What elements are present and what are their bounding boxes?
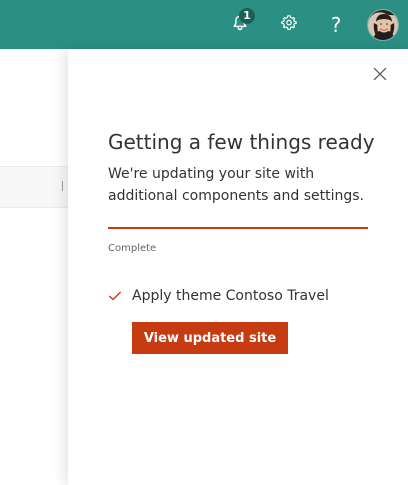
check-icon	[108, 289, 122, 303]
notification-count-badge: 1	[239, 8, 255, 24]
background-band	[0, 166, 68, 208]
task-label: Apply theme Contoso Travel	[132, 288, 329, 304]
gear-icon	[280, 14, 298, 36]
close-icon	[373, 66, 387, 85]
question-icon: ?	[330, 12, 342, 37]
suite-header: 1 ?	[0, 0, 408, 49]
close-button[interactable]	[368, 63, 392, 87]
notifications-button[interactable]	[216, 0, 264, 49]
view-updated-site-button[interactable]: View updated site	[132, 322, 288, 354]
task-item: Apply theme Contoso Travel	[108, 285, 378, 307]
help-button[interactable]: ?	[312, 0, 360, 49]
site-update-panel: Getting a few things ready We're updatin…	[68, 49, 408, 485]
page: 1 ? Getting a few things ready We're upd…	[0, 0, 408, 485]
settings-button[interactable]	[265, 0, 313, 49]
panel-title: Getting a few things ready	[108, 130, 375, 154]
progress-bar	[108, 227, 368, 229]
status-label: Complete	[108, 243, 157, 254]
page-background	[0, 49, 68, 485]
profile-button[interactable]	[359, 0, 407, 49]
progress-fill	[108, 227, 368, 229]
background-glyph	[62, 181, 67, 191]
avatar	[367, 8, 399, 41]
panel-description: We're updating your site with additional…	[108, 166, 364, 204]
